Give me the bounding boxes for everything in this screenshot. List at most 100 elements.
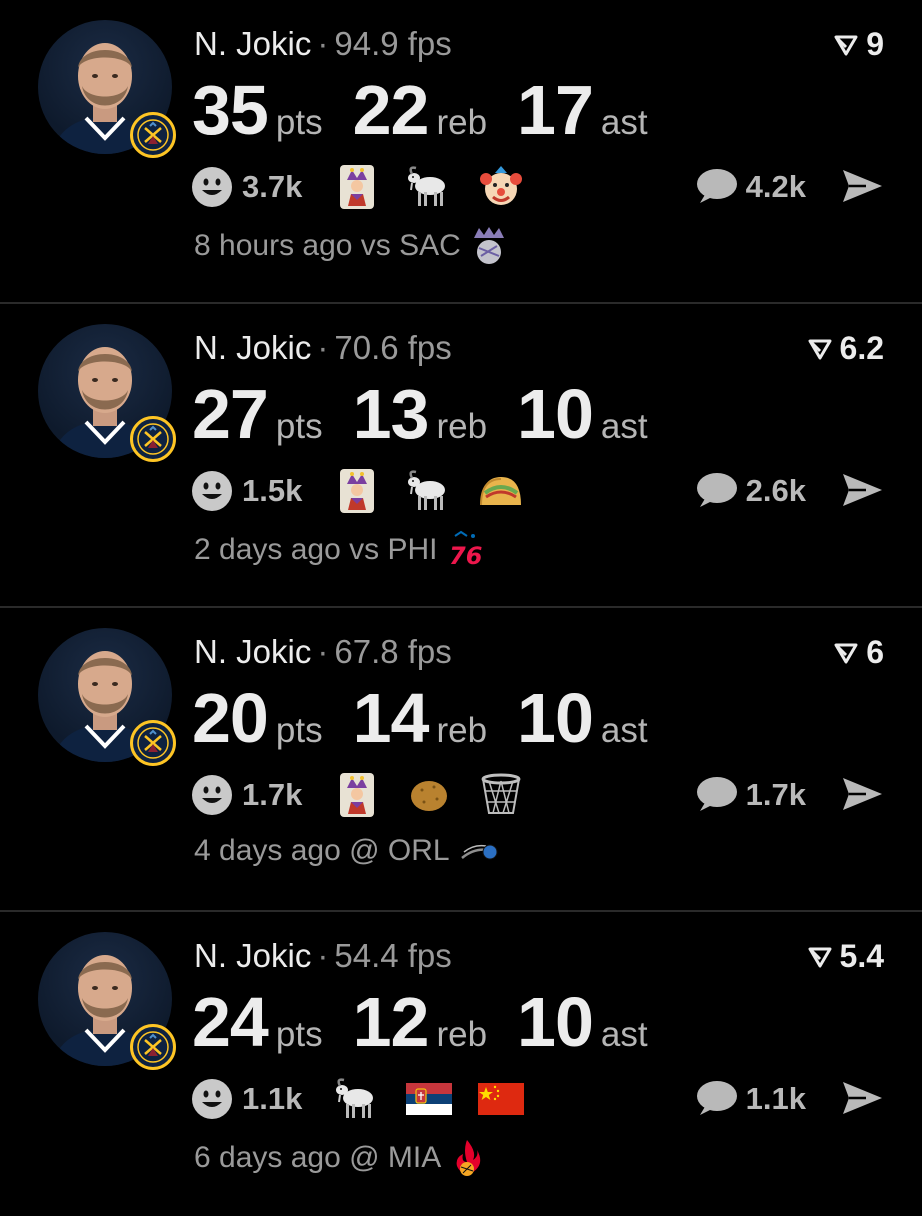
separator-dot: ·	[317, 937, 329, 974]
stat-unit: pts	[275, 1015, 323, 1054]
separator-dot: ·	[317, 25, 329, 62]
stat-post-card[interactable]: N. Jokic · 67.8 fps 6 20 pts 14 reb 10 ast	[0, 608, 922, 912]
reaction-count: 3.7k	[242, 169, 303, 204]
post-score[interactable]: 9	[834, 26, 884, 63]
post-header: N. Jokic · 67.8 fps	[194, 632, 452, 672]
post-score[interactable]: 6	[834, 634, 884, 671]
separator-dot: ·	[317, 633, 329, 670]
upvote-arrow-icon	[808, 947, 832, 967]
player-name[interactable]: N. Jokic	[194, 937, 311, 974]
fantasy-points: 70.6 fps	[334, 329, 452, 366]
upvote-arrow-icon	[808, 339, 832, 359]
game-info: 8 hours ago vs SAC	[194, 226, 507, 266]
share-button[interactable]	[840, 1078, 884, 1118]
comments-button[interactable]: 2.6k	[694, 470, 806, 512]
stat-unit: pts	[275, 407, 323, 446]
player-name[interactable]: N. Jokic	[194, 329, 311, 366]
game-time-opponent[interactable]: 8 hours ago vs SAC	[194, 229, 461, 263]
serbia-flag-icon[interactable]	[406, 1076, 453, 1122]
basketball-net-icon[interactable]	[478, 772, 524, 818]
post-header: N. Jokic · 54.4 fps	[194, 936, 452, 976]
stat-unit: pts	[275, 103, 323, 142]
score-value: 9	[866, 26, 884, 62]
joker-card-icon[interactable]	[334, 772, 380, 818]
comment-count: 1.1k	[745, 1081, 806, 1116]
smiley-react-icon[interactable]	[192, 471, 232, 511]
reaction-count: 1.5k	[242, 473, 303, 508]
reaction-count: 1.7k	[242, 777, 303, 812]
game-info: 4 days ago @ ORL	[194, 834, 500, 868]
stat-value: 17	[517, 71, 594, 149]
comments-button[interactable]: 4.2k	[694, 166, 806, 208]
send-arrow-icon	[843, 1082, 882, 1114]
stat-value: 10	[517, 375, 594, 453]
post-score[interactable]: 6.2	[808, 330, 884, 367]
stat-value: 10	[517, 983, 594, 1061]
goat-icon[interactable]	[334, 1076, 380, 1122]
svg-text:76: 76	[449, 542, 482, 570]
stat-line: 20 pts 14 reb 10 ast	[192, 678, 678, 758]
send-arrow-icon	[843, 778, 882, 810]
goat-icon[interactable]	[406, 468, 452, 514]
stat-post-card[interactable]: N. Jokic · 70.6 fps 6.2 27 pts 13 reb 10 ast	[0, 304, 922, 608]
game-time-opponent[interactable]: 2 days ago vs PHI	[194, 533, 437, 567]
reactions-bar: 3.7k	[192, 164, 536, 210]
post-score[interactable]: 5.4	[808, 938, 884, 975]
stat-value: 22	[352, 71, 430, 149]
stat-line: 27 pts 13 reb 10 ast	[192, 374, 678, 454]
comment-bubble-icon	[696, 1081, 737, 1115]
game-info: 6 days ago @ MIA	[194, 1138, 483, 1178]
comments-button[interactable]: 1.1k	[694, 1078, 806, 1120]
player-name[interactable]: N. Jokic	[194, 633, 311, 670]
stat-value: 27	[192, 375, 269, 453]
score-value: 5.4	[839, 938, 884, 974]
separator-dot: ·	[317, 329, 329, 366]
stat-unit: ast	[600, 407, 648, 446]
comment-count: 2.6k	[745, 473, 806, 508]
post-header: N. Jokic · 94.9 fps	[194, 24, 452, 64]
stat-unit: ast	[600, 103, 648, 142]
send-arrow-icon	[843, 474, 882, 506]
reactions-bar: 1.7k	[192, 772, 536, 818]
nuggets-logo-icon	[130, 112, 176, 158]
stat-post-card[interactable]: N. Jokic · 94.9 fps 9 35 pts 22 reb 17 ast	[0, 0, 922, 304]
player-name[interactable]: N. Jokic	[194, 25, 311, 62]
smiley-react-icon[interactable]	[192, 1079, 232, 1119]
fantasy-points: 54.4 fps	[334, 937, 452, 974]
smiley-react-icon[interactable]	[192, 775, 232, 815]
stat-value: 14	[352, 679, 430, 757]
game-time-opponent[interactable]: 6 days ago @ MIA	[194, 1141, 441, 1175]
game-time-opponent[interactable]: 4 days ago @ ORL	[194, 834, 450, 868]
kings-logo-icon	[471, 226, 507, 266]
heat-logo-icon	[451, 1138, 483, 1178]
taco-icon[interactable]	[478, 468, 524, 514]
goat-icon[interactable]	[406, 164, 452, 210]
stat-unit: reb	[436, 103, 488, 142]
smiley-react-icon[interactable]	[192, 167, 232, 207]
potato-icon[interactable]	[406, 772, 452, 818]
share-button[interactable]	[840, 166, 884, 206]
stat-unit: ast	[600, 1015, 648, 1054]
score-value: 6	[866, 634, 884, 670]
stat-unit: reb	[436, 711, 488, 750]
comments-button[interactable]: 1.7k	[694, 774, 806, 816]
fantasy-points: 67.8 fps	[334, 633, 452, 670]
score-value: 6.2	[839, 330, 884, 366]
share-button[interactable]	[840, 470, 884, 510]
fantasy-points: 94.9 fps	[334, 25, 452, 62]
send-arrow-icon	[843, 170, 882, 202]
nuggets-logo-icon	[130, 416, 176, 462]
comment-bubble-icon	[696, 473, 737, 507]
comment-bubble-icon	[696, 169, 737, 203]
upvote-arrow-icon	[834, 35, 858, 55]
share-button[interactable]	[840, 774, 884, 814]
clown-face-icon[interactable]	[478, 164, 524, 210]
china-flag-icon[interactable]	[478, 1076, 525, 1122]
reactions-bar: 1.1k	[192, 1076, 536, 1122]
nuggets-logo-icon	[130, 1024, 176, 1070]
joker-card-icon[interactable]	[334, 164, 380, 210]
stat-unit: ast	[600, 711, 648, 750]
stat-post-card[interactable]: N. Jokic · 54.4 fps 5.4 24 pts 12 reb 10 ast	[0, 912, 922, 1216]
reactions-bar: 1.5k	[192, 468, 536, 514]
joker-card-icon[interactable]	[334, 468, 380, 514]
